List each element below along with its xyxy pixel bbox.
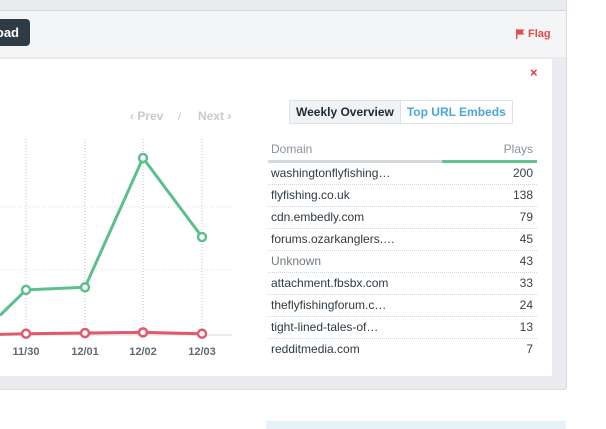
- plays-column-header[interactable]: Plays: [504, 142, 533, 156]
- tab-top-url-embeds[interactable]: Top URL Embeds: [400, 101, 512, 123]
- flag-label: Flag: [528, 28, 551, 40]
- row-domain: forums.ozarkanglers.…: [271, 232, 396, 246]
- x-tick-label: 11/30: [13, 346, 40, 358]
- x-tick-label: 12/02: [129, 346, 157, 358]
- data-point: [137, 152, 149, 164]
- next-panel-edge: [266, 421, 566, 429]
- view-tabs: Weekly Overview Top URL Embeds: [289, 100, 513, 124]
- row-domain: Unknown: [271, 254, 322, 268]
- right-divider: [566, 0, 567, 389]
- row-plays: 13: [519, 320, 533, 334]
- flag-link[interactable]: Flag: [516, 27, 551, 41]
- table-row: cdn.embedly.com 79: [268, 207, 537, 229]
- domain-table: washingtonflyfishing… 200 flyfishing.co.u…: [268, 163, 537, 360]
- table-row: Unknown 43: [268, 251, 537, 273]
- row-plays: 79: [519, 210, 533, 224]
- table-row: attachment.fbsbx.com 33: [268, 273, 537, 295]
- section-divider: [0, 389, 566, 390]
- data-point: [20, 284, 32, 296]
- row-domain: redditmedia.com: [271, 342, 360, 356]
- row-plays: 7: [526, 342, 533, 356]
- row-plays: 24: [519, 298, 533, 312]
- table-row: redditmedia.com 7: [268, 339, 537, 360]
- tab-weekly-overview[interactable]: Weekly Overview: [290, 101, 401, 123]
- table-row: tight-lined-tales-of… 13: [268, 317, 537, 339]
- data-point: [79, 327, 91, 339]
- table-row: washingtonflyfishing… 200: [268, 163, 537, 185]
- row-domain: theflyfishingforum.c…: [271, 298, 387, 312]
- table-row: flyfishing.co.uk 138: [268, 185, 537, 207]
- domain-column-header[interactable]: Domain: [271, 142, 312, 156]
- row-plays: 33: [519, 276, 533, 290]
- row-domain: washingtonflyfishing…: [271, 166, 391, 180]
- row-domain: attachment.fbsbx.com: [271, 276, 389, 290]
- row-domain: flyfishing.co.uk: [271, 188, 350, 202]
- data-point: [79, 282, 91, 293]
- x-tick-label: 12/03: [188, 346, 216, 358]
- data-point: [20, 328, 32, 339]
- x-tick-label: 12/01: [71, 346, 99, 358]
- flag-icon: [516, 29, 525, 39]
- table-row: forums.ozarkanglers.… 45: [268, 229, 537, 251]
- data-point: [196, 328, 208, 339]
- close-icon[interactable]: ×: [530, 66, 538, 79]
- row-plays: 138: [512, 188, 533, 202]
- row-plays: 200: [512, 166, 533, 180]
- plays-line-chart: 11/30 12/01 12/02 12/03: [0, 139, 232, 358]
- row-plays: 43: [519, 254, 533, 268]
- row-plays: 45: [519, 232, 533, 246]
- table-row: theflyfishingforum.c… 24: [268, 295, 537, 317]
- row-domain: tight-lined-tales-of…: [271, 320, 379, 334]
- data-point: [196, 231, 208, 243]
- row-domain: cdn.embedly.com: [271, 210, 365, 224]
- table-header: Domain Plays: [268, 142, 537, 160]
- data-point: [137, 327, 149, 338]
